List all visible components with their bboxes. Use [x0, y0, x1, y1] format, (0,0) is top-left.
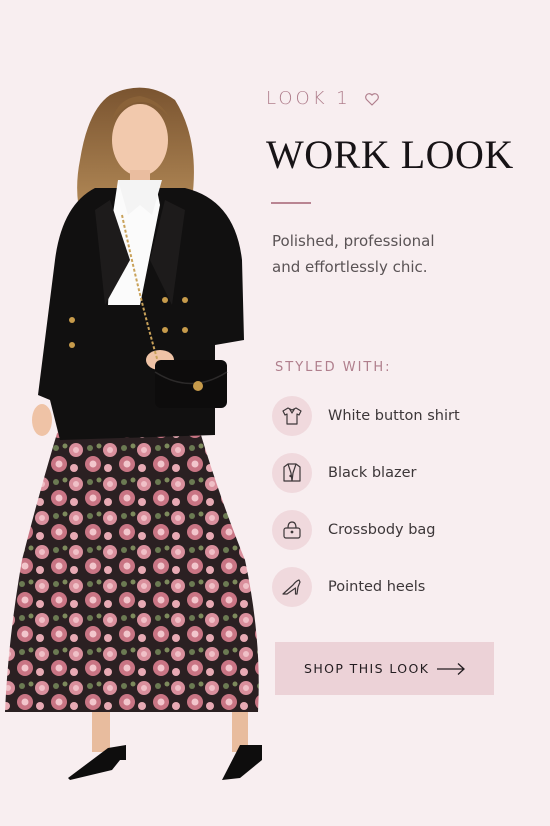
title-divider [271, 202, 311, 204]
list-item-label: White button shirt [328, 408, 460, 424]
list-item: Pointed heels [272, 567, 460, 607]
list-item-label: Crossbody bag [328, 522, 436, 538]
arrow-right-icon [437, 663, 465, 675]
blazer-icon [272, 453, 312, 493]
list-item: Black blazer [272, 453, 460, 493]
list-item-label: Black blazer [328, 465, 417, 481]
bag-icon [272, 510, 312, 550]
list-item-label: Pointed heels [328, 579, 426, 595]
model-photo [0, 0, 265, 826]
look-label: LOOK 1 [266, 88, 351, 109]
list-item: White button shirt [272, 396, 460, 436]
styled-with-list: White button shirt Black blazer Crossbod… [272, 396, 460, 624]
heart-icon[interactable] [363, 90, 381, 108]
shop-button-label: SHOP THIS LOOK [304, 661, 430, 676]
styled-with-label: STYLED WITH: [275, 360, 392, 375]
tagline-line-2: and effortlessly chic. [272, 258, 428, 276]
tagline: Polished, professional and effortlessly … [272, 228, 502, 280]
list-item: Crossbody bag [272, 510, 460, 550]
look-header: LOOK 1 [266, 88, 381, 109]
shop-this-look-button[interactable]: SHOP THIS LOOK [275, 642, 494, 695]
shirt-icon [272, 396, 312, 436]
page-title: WORK LOOK [266, 132, 514, 177]
tagline-line-1: Polished, professional [272, 232, 435, 250]
heel-icon [272, 567, 312, 607]
